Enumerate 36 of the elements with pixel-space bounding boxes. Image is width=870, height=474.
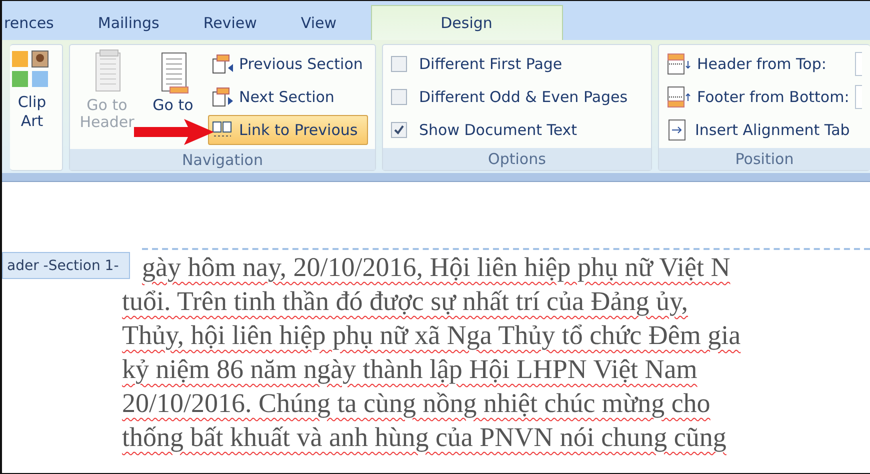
margin-icon [667, 86, 693, 108]
section-icon [211, 54, 235, 74]
arrow-icon [134, 119, 216, 145]
large-ribbon-button[interactable]: Go to [142, 49, 204, 114]
spin-field[interactable] [855, 52, 862, 76]
checkbox[interactable] [391, 122, 407, 138]
margin-icon [667, 52, 693, 74]
document-line: Thủy, hội liên hiệp phụ nữ xã Nga Thủy tổ chức Đêm gia [122, 319, 742, 352]
document-line: 20/10/2016. Chúng ta cùng nồng nhiệt chúc mừng cho [122, 387, 712, 420]
ribbon-tab[interactable]: View [278, 6, 358, 40]
ribbon-button[interactable]: Insert Alignment Tab [667, 118, 850, 142]
document-line: thống bất khuất và anh hùng của PNVN nói chung cũng [122, 421, 728, 454]
ribbon-button[interactable]: Link to Previous [208, 115, 368, 145]
field-label: Header from Top: [697, 54, 828, 72]
group-label: Position [659, 148, 870, 170]
ribbon-tab[interactable]: Review [181, 6, 279, 40]
checkbox-option[interactable]: Different Odd & Even Pages [391, 84, 643, 109]
ribbon-tab[interactable]: rences [2, 6, 76, 40]
document-line: kỷ niệm 86 năm ngày thành lập Hội LHPN Việt Nam [122, 353, 698, 386]
ribbon-tab[interactable]: Mailings [76, 6, 182, 40]
clip-art-button[interactable]: Clip Art [10, 93, 54, 131]
group-label: Navigation [70, 149, 375, 170]
group-label: Options [383, 148, 651, 170]
section-icon [211, 87, 235, 107]
checkbox[interactable] [391, 88, 407, 104]
checkbox[interactable] [391, 56, 407, 72]
checkbox-option[interactable]: Different First Page [391, 51, 643, 76]
spin-field[interactable] [855, 84, 862, 108]
field-label: Footer from Bottom: [697, 88, 850, 106]
ribbon-tab[interactable]: Design [370, 5, 562, 40]
document-line: tuổi. Trên tinh thần đó được sự nhất trí của Đảng ủy, [122, 285, 689, 318]
ribbon-button[interactable]: Next Section [208, 82, 368, 112]
document-line: gày hôm nay, 20/10/2016, Hội liên hiệp phụ nữ Việt N [141, 251, 732, 284]
header-tag: ader -Section 1- [2, 252, 130, 279]
ribbon-button[interactable]: Previous Section [208, 49, 368, 79]
checkbox-option[interactable]: Show Document Text [391, 117, 643, 142]
